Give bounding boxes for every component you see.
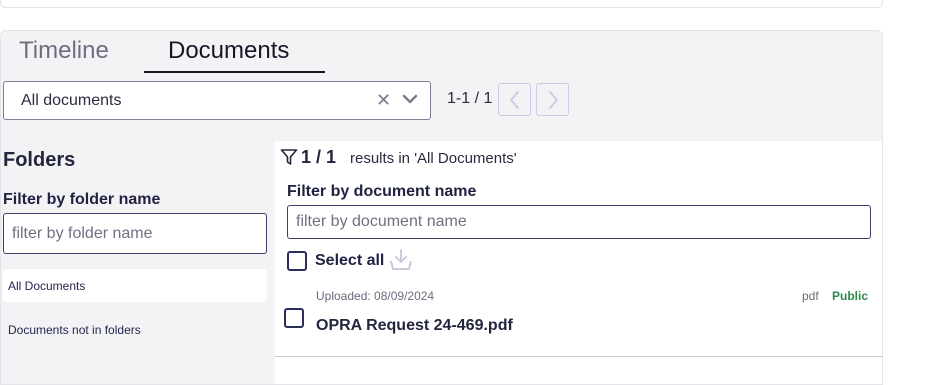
select-all-label[interactable]: Select all [315, 252, 384, 270]
folder-item-not-in-folders[interactable]: Documents not in folders [3, 313, 267, 346]
pager-range: 1-1 / 1 [447, 90, 493, 107]
chevron-left-icon [510, 91, 519, 109]
folder-filter-label: Filter by folder name [3, 191, 161, 208]
chevron-down-icon[interactable] [400, 89, 420, 109]
chevron-right-icon [549, 91, 558, 109]
active-tab-indicator [144, 71, 325, 73]
previous-card [0, 0, 883, 8]
uploaded-date: Uploaded: 08/09/2024 [316, 289, 435, 303]
folder-item-all-documents[interactable]: All Documents [3, 269, 267, 302]
tab-documents[interactable]: Documents [168, 37, 289, 65]
document-filter-input[interactable] [287, 205, 871, 239]
clear-icon[interactable]: ✕ [376, 90, 391, 111]
results-pane: 1 / 1 results in 'All Documents' Filter … [275, 141, 882, 384]
visibility-badge: Public [832, 289, 869, 303]
previous-page-button[interactable] [498, 83, 531, 116]
results-count: 1 / 1 [301, 147, 337, 167]
file-extension: pdf [802, 289, 819, 303]
document-name-link[interactable]: OPRA Request 24-469.pdf [316, 317, 513, 335]
documents-panel: Timeline Documents All documents ✕ 1-1 /… [0, 30, 883, 385]
filter-icon [280, 149, 298, 165]
document-scope-value: All documents [21, 92, 122, 109]
document-scope-select[interactable]: All documents ✕ [3, 81, 431, 120]
download-icon[interactable] [388, 247, 414, 273]
results-summary: results in 'All Documents' [350, 150, 517, 167]
next-page-button[interactable] [536, 83, 569, 116]
list-item[interactable]: Uploaded: 08/09/2024 pdf Public OPRA Req… [275, 281, 882, 357]
document-filter-label: Filter by document name [287, 183, 477, 200]
select-all-checkbox[interactable] [287, 251, 307, 271]
folders-title: Folders [3, 149, 76, 171]
document-checkbox[interactable] [284, 308, 304, 328]
folder-filter-input[interactable] [3, 213, 267, 254]
tab-timeline[interactable]: Timeline [19, 37, 109, 65]
